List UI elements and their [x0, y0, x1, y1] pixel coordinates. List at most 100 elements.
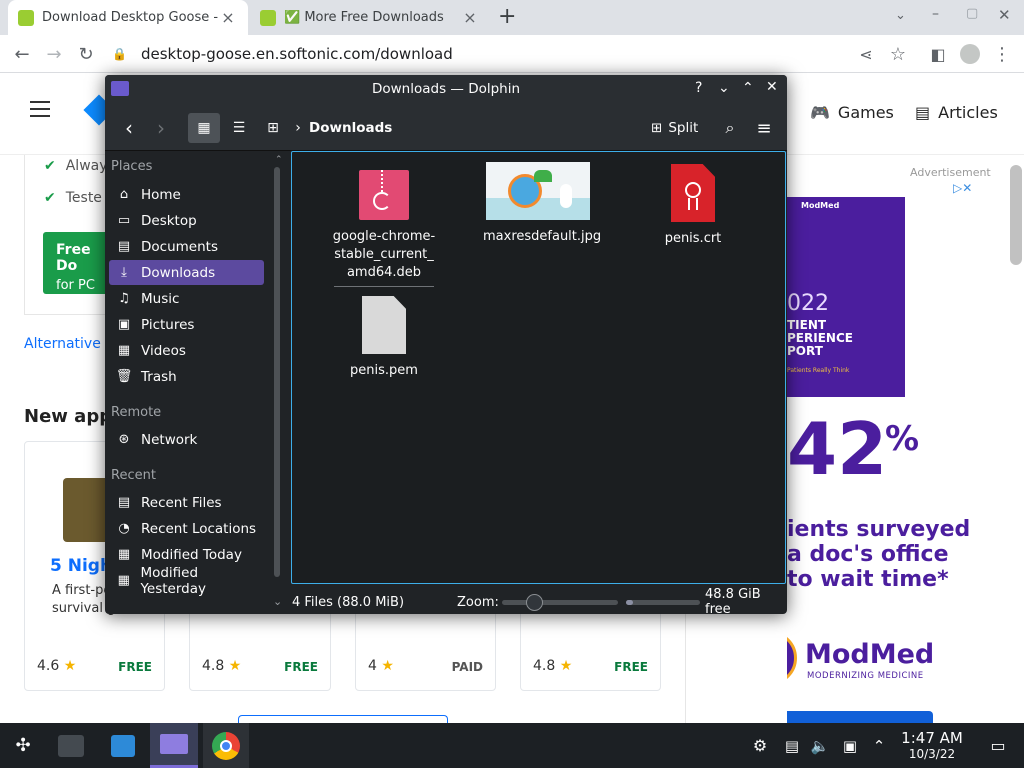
dolphin-app-icon: [111, 81, 129, 96]
dolphin-taskbar-icon[interactable]: [150, 723, 198, 768]
recent-locations-icon: ◔: [118, 521, 130, 536]
address-bar[interactable]: 🔒 desktop-goose.en.softonic.com/download: [112, 39, 912, 69]
remote-section-header: Remote: [111, 405, 162, 420]
place-label: Desktop: [141, 212, 197, 229]
file-item-chrome-deb[interactable]: google-chrome- stable_current_ amd64.deb: [329, 170, 439, 287]
place-label: Network: [141, 431, 198, 448]
steam-icon[interactable]: ⚙: [748, 723, 772, 768]
back-icon[interactable]: ←: [6, 35, 38, 73]
place-music[interactable]: ♫ Music: [109, 286, 264, 311]
rating-value: 4.8: [533, 658, 556, 674]
tab-search-icon[interactable]: ⌄: [895, 8, 906, 23]
restore-browser-button[interactable]: ▢: [966, 6, 978, 21]
close-tab-icon[interactable]: ×: [460, 8, 480, 27]
tab-title: Download Desktop Goose - fr: [42, 10, 218, 25]
advertisement[interactable]: ▷✕ ModMed 022 TIENT PERIENCE PORT Patien…: [787, 181, 985, 723]
place-recent-locations[interactable]: ◔ Recent Locations: [109, 516, 264, 541]
file-item-penis-pem[interactable]: penis.pem: [329, 296, 439, 380]
reload-icon[interactable]: ↻: [70, 35, 102, 73]
forward-icon[interactable]: →: [38, 35, 70, 73]
clock-date: 10/3/22: [908, 746, 956, 761]
close-browser-button[interactable]: ✕: [998, 6, 1011, 24]
show-hidden-tray-icon[interactable]: ⌃: [868, 723, 890, 768]
system-settings-icon[interactable]: [52, 723, 90, 768]
minimize-browser-button[interactable]: –: [932, 6, 939, 22]
hamburger-menu-icon[interactable]: [30, 101, 50, 117]
ad-copy-line: to wait time*: [787, 567, 949, 592]
file-item-penis-crt[interactable]: penis.crt: [638, 164, 748, 248]
free-space-fill: [626, 600, 634, 605]
chrome-taskbar-icon[interactable]: [203, 723, 249, 768]
place-network[interactable]: ⊛ Network: [109, 427, 264, 452]
volume-icon[interactable]: 🔈: [808, 723, 832, 768]
nav-articles[interactable]: ▤ Articles: [915, 103, 998, 122]
page-scrollbar[interactable]: [1010, 165, 1022, 265]
scroll-up-icon[interactable]: ⌃: [275, 155, 283, 165]
new-tab-button[interactable]: +: [498, 4, 516, 29]
app-rating: 4.8 ★: [202, 658, 241, 674]
place-label: Videos: [141, 342, 186, 359]
star-icon: ★: [63, 658, 77, 674]
adchoices-icon[interactable]: ▷✕: [953, 181, 972, 195]
forward-icon[interactable]: ›: [149, 113, 173, 143]
back-icon[interactable]: ‹: [117, 113, 141, 143]
clock-time: 1:47 AM: [901, 728, 963, 747]
tab-desktop-goose[interactable]: Download Desktop Goose - fr ×: [8, 0, 248, 35]
zoom-slider[interactable]: [502, 600, 618, 605]
dolphin-titlebar[interactable]: Downloads — Dolphin ? ⌄ ⌃ ✕: [105, 75, 787, 103]
split-button[interactable]: ⊞ Split: [651, 113, 698, 143]
clock[interactable]: 1:47 AM 10/3/22: [898, 723, 966, 768]
network-status-icon[interactable]: ▣: [838, 723, 862, 768]
place-desktop[interactable]: ▭ Desktop: [109, 208, 264, 233]
place-trash[interactable]: 🗑 Trash: [109, 364, 264, 389]
search-icon[interactable]: ⌕: [717, 113, 743, 143]
free-space-bar: [626, 600, 700, 605]
app-price: FREE: [118, 660, 152, 674]
hamburger-menu-icon[interactable]: ≡: [751, 113, 777, 143]
file-name-line: google-chrome-: [332, 229, 436, 244]
breadcrumb-downloads[interactable]: Downloads: [309, 113, 392, 143]
profile-icon[interactable]: [954, 35, 986, 73]
discover-store-icon[interactable]: [104, 723, 142, 768]
file-item-maxresdefault[interactable]: maxresdefault.jpg: [483, 162, 601, 246]
nav-games[interactable]: 🎮 Games: [810, 103, 894, 122]
compact-view-icon[interactable]: ☰: [225, 113, 253, 143]
place-recent-files[interactable]: ▤ Recent Files: [109, 490, 264, 515]
show-desktop-icon[interactable]: ▭: [984, 723, 1012, 768]
tab-title: ✅ More Free Downloads: [284, 10, 444, 25]
place-modified-today[interactable]: ▦ Modified Today: [109, 542, 264, 567]
app-rating: 4 ★: [368, 658, 394, 674]
icons-view-icon[interactable]: ▦: [188, 113, 220, 143]
close-window-icon[interactable]: ✕: [766, 79, 778, 95]
alternative-downloads-link[interactable]: Alternative D: [24, 336, 116, 352]
place-label: Modified Today: [141, 546, 242, 563]
details-view-icon[interactable]: ⊞: [259, 113, 287, 143]
maximize-window-icon[interactable]: ⌃: [742, 80, 754, 96]
side-panel-icon[interactable]: ◧: [922, 35, 954, 73]
softonic-favicon-icon: [260, 9, 276, 26]
app-launcher-icon[interactable]: ✣: [4, 723, 42, 768]
place-home[interactable]: ⌂ Home: [109, 182, 264, 207]
url-text: desktop-goose.en.softonic.com/download: [140, 45, 453, 63]
minimize-window-icon[interactable]: ⌄: [718, 80, 730, 96]
clipboard-icon[interactable]: ▤: [780, 723, 804, 768]
rating-value: 4.6: [37, 658, 60, 674]
place-documents[interactable]: ▤ Documents: [109, 234, 264, 259]
browser-menu-icon[interactable]: ⋮: [986, 35, 1018, 73]
check-item-label: Teste: [65, 190, 102, 206]
places-scrollbar[interactable]: [274, 167, 280, 577]
star-icon: ★: [559, 658, 573, 674]
ad-cta-button[interactable]: [787, 711, 933, 723]
place-videos[interactable]: ▦ Videos: [109, 338, 264, 363]
place-pictures[interactable]: ▣ Pictures: [109, 312, 264, 337]
file-name: penis.pem: [350, 363, 418, 378]
free-download-button[interactable]: Free Do for PC: [43, 232, 113, 294]
tab-more-downloads[interactable]: ✅ More Free Downloads ×: [250, 0, 490, 35]
place-downloads[interactable]: ⤓ Downloads: [109, 260, 264, 285]
zoom-slider-handle[interactable]: [526, 594, 543, 611]
recent-section-header: Recent: [111, 468, 156, 483]
help-icon[interactable]: ?: [695, 80, 702, 96]
place-label: Downloads: [141, 264, 216, 281]
file-view[interactable]: google-chrome- stable_current_ amd64.deb…: [291, 151, 786, 584]
close-tab-icon[interactable]: ×: [218, 8, 238, 27]
